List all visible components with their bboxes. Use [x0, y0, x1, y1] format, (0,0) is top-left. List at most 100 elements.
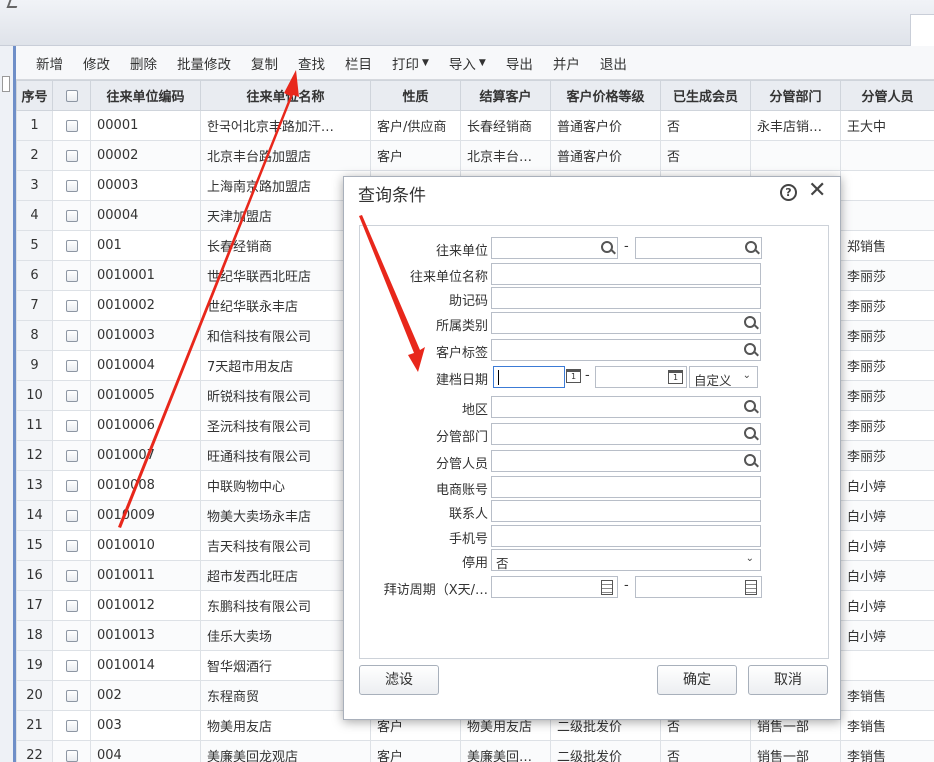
- cell-code[interactable]: 0010002: [90, 290, 201, 321]
- cell-select[interactable]: [52, 560, 91, 591]
- cell-staff[interactable]: 李丽莎: [840, 440, 934, 471]
- cell-name[interactable]: 한국어北京丰路加汗…: [200, 110, 371, 141]
- cell-seq[interactable]: 13: [16, 470, 53, 501]
- calendar-icon[interactable]: 1: [668, 370, 683, 384]
- cell-code[interactable]: 0010010: [90, 530, 201, 561]
- cell-code[interactable]: 0010004: [90, 350, 201, 381]
- mnemonic-input[interactable]: [491, 287, 761, 309]
- staff-input[interactable]: [491, 450, 761, 472]
- cell-member[interactable]: 否: [660, 140, 751, 171]
- cell-seq[interactable]: 12: [16, 440, 53, 471]
- cell-seq[interactable]: 14: [16, 500, 53, 531]
- search-icon[interactable]: [744, 427, 756, 439]
- cell-staff[interactable]: 李销售: [840, 680, 934, 711]
- cell-staff[interactable]: 白小婷: [840, 500, 934, 531]
- cell-select[interactable]: [52, 440, 91, 471]
- row-checkbox[interactable]: [65, 119, 78, 132]
- cell-code[interactable]: 0010008: [90, 470, 201, 501]
- cell-select[interactable]: [52, 470, 91, 501]
- search-icon[interactable]: [745, 241, 757, 253]
- cell-staff[interactable]: 李丽莎: [840, 260, 934, 291]
- region-input[interactable]: [491, 396, 761, 418]
- visit-cycle-from-input[interactable]: [491, 576, 618, 598]
- search-icon[interactable]: [744, 343, 756, 355]
- cell-code[interactable]: 0010003: [90, 320, 201, 351]
- cell-name[interactable]: 北京丰台路加盟店: [200, 140, 371, 171]
- cell-code[interactable]: 0010006: [90, 410, 201, 441]
- import-button[interactable]: 导入 ▼: [449, 53, 486, 73]
- delete-button[interactable]: 删除: [130, 53, 157, 73]
- row-checkbox[interactable]: [65, 599, 78, 612]
- date-from-input[interactable]: [493, 366, 565, 388]
- row-checkbox[interactable]: [65, 389, 78, 402]
- cell-select[interactable]: [52, 260, 91, 291]
- calendar-icon[interactable]: 1: [566, 369, 581, 383]
- help-icon[interactable]: ?: [780, 184, 797, 201]
- cell-select[interactable]: [52, 290, 91, 321]
- columns-button[interactable]: 栏目: [345, 53, 372, 73]
- cell-staff[interactable]: 白小婷: [840, 470, 934, 501]
- cell-select[interactable]: [52, 710, 91, 741]
- category-input[interactable]: [491, 312, 761, 334]
- filter-settings-button[interactable]: 滤设: [359, 665, 439, 695]
- cell-seq[interactable]: 17: [16, 590, 53, 621]
- cell-seq[interactable]: 3: [16, 170, 53, 201]
- column-header-code[interactable]: 往来单位编码: [90, 80, 201, 111]
- cell-code[interactable]: 003: [90, 710, 201, 741]
- cell-code[interactable]: 004: [90, 740, 201, 762]
- cell-select[interactable]: [52, 350, 91, 381]
- disabled-select[interactable]: 否 ⌄: [491, 549, 761, 571]
- cell-nature[interactable]: 客户: [370, 740, 461, 762]
- cell-price-level[interactable]: 普通客户价: [550, 140, 661, 171]
- cell-code[interactable]: 0010005: [90, 380, 201, 411]
- dept-input[interactable]: [491, 423, 761, 445]
- cell-staff[interactable]: 李销售: [840, 710, 934, 741]
- cell-staff[interactable]: 李丽莎: [840, 410, 934, 441]
- cell-seq[interactable]: 20: [16, 680, 53, 711]
- search-icon[interactable]: [744, 454, 756, 466]
- unit-name-input[interactable]: [491, 263, 761, 285]
- row-checkbox[interactable]: [65, 569, 78, 582]
- cell-settlement[interactable]: 美廉美回…: [460, 740, 551, 762]
- cell-seq[interactable]: 4: [16, 200, 53, 231]
- calculator-icon[interactable]: [601, 580, 613, 595]
- cell-select[interactable]: [52, 170, 91, 201]
- row-checkbox[interactable]: [65, 299, 78, 312]
- cell-staff[interactable]: [840, 650, 934, 681]
- table-row[interactable]: 22 004 美廉美回龙观店 客户 美廉美回… 二级批发价否销售一部 李销售: [16, 740, 934, 762]
- row-checkbox[interactable]: [65, 149, 78, 162]
- column-header-staff[interactable]: 分管人员: [840, 80, 934, 111]
- column-header-nature[interactable]: 性质: [370, 80, 461, 111]
- column-header-seq[interactable]: 序号: [16, 80, 53, 111]
- cell-select[interactable]: [52, 140, 91, 171]
- row-checkbox[interactable]: [65, 329, 78, 342]
- cell-select[interactable]: [52, 740, 91, 762]
- print-button[interactable]: 打印 ▼: [392, 53, 429, 73]
- cell-select[interactable]: [52, 110, 91, 141]
- cell-select[interactable]: [52, 410, 91, 441]
- cancel-button[interactable]: 取消: [748, 665, 828, 695]
- cell-staff[interactable]: [840, 200, 934, 231]
- cell-nature[interactable]: 客户/供应商: [370, 110, 461, 141]
- cell-code[interactable]: 0010012: [90, 590, 201, 621]
- ok-button[interactable]: 确定: [657, 665, 737, 695]
- cell-staff[interactable]: 李丽莎: [840, 290, 934, 321]
- cell-code[interactable]: 00002: [90, 140, 201, 171]
- row-checkbox[interactable]: [65, 479, 78, 492]
- row-checkbox[interactable]: [65, 209, 78, 222]
- cell-settlement[interactable]: 长春经销商: [460, 110, 551, 141]
- column-header-dept[interactable]: 分管部门: [750, 80, 841, 111]
- unit-from-input[interactable]: [491, 237, 618, 259]
- row-checkbox[interactable]: [65, 179, 78, 192]
- row-checkbox[interactable]: [65, 509, 78, 522]
- cell-seq[interactable]: 6: [16, 260, 53, 291]
- cell-staff[interactable]: 白小婷: [840, 530, 934, 561]
- visit-cycle-to-input[interactable]: [635, 576, 762, 598]
- find-button[interactable]: 查找: [298, 53, 325, 73]
- cell-code[interactable]: 00003: [90, 170, 201, 201]
- row-checkbox[interactable]: [65, 719, 78, 732]
- row-checkbox[interactable]: [65, 659, 78, 672]
- cell-price-level[interactable]: 二级批发价: [550, 740, 661, 762]
- cell-staff[interactable]: 郑销售: [840, 230, 934, 261]
- column-header-member[interactable]: 已生成会员: [660, 80, 751, 111]
